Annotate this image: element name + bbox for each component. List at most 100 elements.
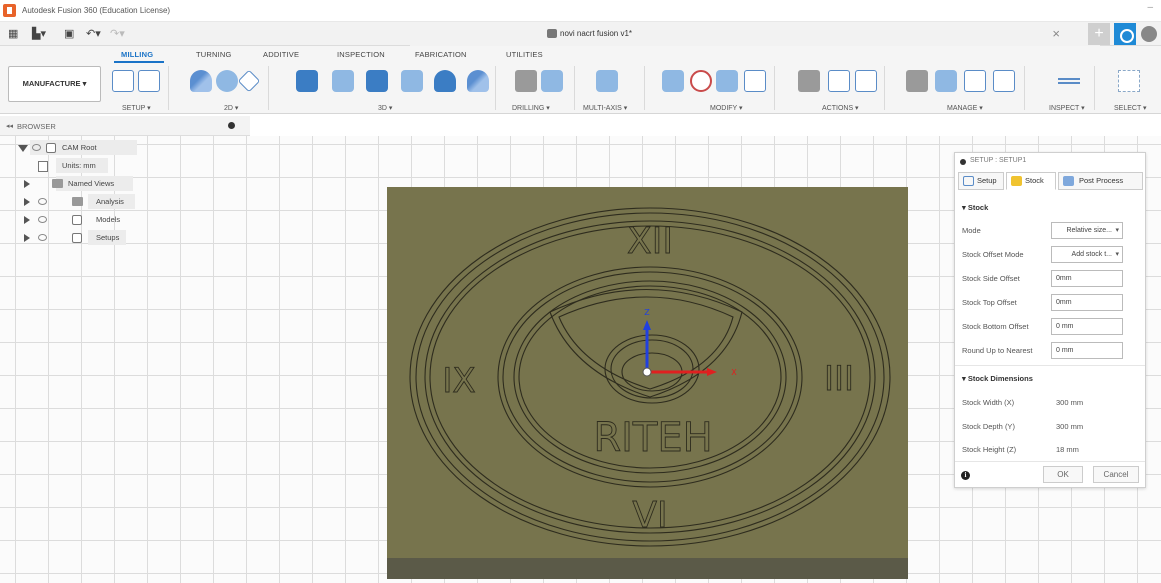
tree-item-models[interactable]: Models bbox=[24, 212, 134, 228]
undo-icon[interactable]: ↶▾ bbox=[86, 27, 101, 41]
group-setup[interactable]: SETUP ▾ bbox=[122, 104, 151, 112]
tree-item-units[interactable]: Units: mm bbox=[38, 158, 118, 174]
document-icon bbox=[547, 29, 557, 38]
expand-arrow-icon[interactable] bbox=[24, 198, 30, 206]
tab-post-process[interactable]: Post Process bbox=[1058, 172, 1143, 190]
group-actions[interactable]: ACTIONS ▾ bbox=[822, 104, 859, 112]
setup-dialog: SETUP : SETUP1 Setup Stock Post Process … bbox=[954, 152, 1146, 488]
parallel-icon[interactable] bbox=[366, 70, 388, 92]
expand-arrow-icon[interactable] bbox=[24, 216, 30, 224]
tab-additive[interactable]: ADDITIVE bbox=[263, 50, 299, 59]
app-grid-icon[interactable]: ▦ bbox=[8, 27, 18, 41]
tool-library-icon[interactable] bbox=[906, 70, 928, 92]
pattern-icon[interactable] bbox=[744, 70, 766, 92]
close-tab-icon[interactable]: × bbox=[1052, 26, 1060, 41]
measure-icon[interactable] bbox=[1058, 78, 1080, 84]
group-3d[interactable]: 3D ▾ bbox=[378, 104, 392, 112]
2d-pocket-icon[interactable] bbox=[216, 70, 238, 92]
file-menu-icon[interactable]: ▙▾ bbox=[32, 27, 46, 41]
eye-icon[interactable] bbox=[32, 144, 41, 151]
cancel-button[interactable]: Cancel bbox=[1093, 466, 1139, 483]
tree-item-analysis[interactable]: Analysis bbox=[24, 194, 134, 210]
contour-icon[interactable] bbox=[401, 70, 423, 92]
modify-toolpath-icon[interactable] bbox=[662, 70, 684, 92]
tab-stock[interactable]: Stock bbox=[1006, 172, 1056, 190]
stock-side-offset-input[interactable]: 0mm bbox=[1051, 270, 1123, 287]
workspace-switcher-button[interactable]: MANUFACTURE ▾ bbox=[8, 66, 101, 102]
ok-button[interactable]: OK bbox=[1043, 466, 1083, 483]
stock-offset-mode-select[interactable]: Add stock t... bbox=[1051, 246, 1123, 263]
axis-z-label: Z bbox=[644, 308, 650, 317]
hole-recognition-icon[interactable] bbox=[541, 70, 563, 92]
minimize-icon[interactable]: – bbox=[1147, 2, 1153, 13]
expand-arrow-icon[interactable] bbox=[24, 234, 30, 242]
tree-item-named-views[interactable]: Named Views bbox=[24, 176, 134, 192]
expand-arrow-icon[interactable] bbox=[24, 180, 30, 188]
group-divider bbox=[1094, 66, 1095, 110]
group-multi-axis[interactable]: MULTI-AXIS ▾ bbox=[583, 104, 627, 112]
eye-icon[interactable] bbox=[38, 216, 47, 223]
3d-adaptive-icon[interactable] bbox=[296, 70, 318, 92]
group-drilling[interactable]: DRILLING ▾ bbox=[512, 104, 550, 112]
riteh-logo-text: RITEH bbox=[593, 415, 712, 461]
3d-pocket-icon[interactable] bbox=[332, 70, 354, 92]
browser-header: ◂◂ BROWSER bbox=[0, 116, 250, 136]
stock-side-offset-label: Stock Side Offset bbox=[962, 274, 1020, 283]
face-icon[interactable] bbox=[237, 69, 261, 93]
template-library-icon[interactable] bbox=[993, 70, 1015, 92]
tab-inspection[interactable]: INSPECTION bbox=[337, 50, 385, 59]
pin-icon[interactable] bbox=[228, 122, 235, 129]
tab-setup[interactable]: Setup bbox=[958, 172, 1004, 190]
stock-dimensions-header[interactable]: ▾ Stock Dimensions bbox=[962, 374, 1033, 383]
select-icon[interactable] bbox=[1118, 70, 1140, 92]
eye-icon[interactable] bbox=[38, 198, 47, 205]
redo-icon[interactable]: ↷▾ bbox=[110, 27, 125, 41]
toolbar-ribbon: MILLING TURNING ADDITIVE INSPECTION FABR… bbox=[0, 46, 1161, 114]
tab-turning[interactable]: TURNING bbox=[196, 50, 232, 59]
collapse-browser-icon[interactable]: ◂◂ bbox=[6, 122, 13, 130]
delete-toolpath-icon[interactable] bbox=[690, 70, 712, 92]
eye-icon[interactable] bbox=[38, 234, 47, 241]
drill-icon[interactable] bbox=[515, 70, 537, 92]
stock-depth-label: Stock Depth (Y) bbox=[962, 422, 1015, 431]
user-avatar[interactable] bbox=[1141, 26, 1157, 42]
tab-milling[interactable]: MILLING bbox=[121, 50, 153, 59]
scallop-icon[interactable] bbox=[434, 70, 456, 92]
dialog-collapse-icon[interactable] bbox=[960, 159, 966, 165]
dialog-header[interactable]: SETUP : SETUP1 bbox=[955, 153, 1145, 170]
stock-section-header[interactable]: ▾ Stock bbox=[962, 203, 988, 212]
stock-top-offset-input[interactable]: 0mm bbox=[1051, 294, 1123, 311]
transform-icon[interactable] bbox=[716, 70, 738, 92]
info-icon[interactable]: i bbox=[961, 471, 970, 480]
stock-width-label: Stock Width (X) bbox=[962, 398, 1015, 407]
group-inspect[interactable]: INSPECT ▾ bbox=[1049, 104, 1085, 112]
online-status-icon[interactable] bbox=[1114, 23, 1136, 45]
group-select[interactable]: SELECT ▾ bbox=[1114, 104, 1147, 112]
spiral-icon[interactable] bbox=[467, 70, 489, 92]
simulate-icon[interactable] bbox=[798, 70, 820, 92]
tree-item-cam-root[interactable]: CAM Root bbox=[18, 140, 138, 156]
tab-utilities[interactable]: UTILITIES bbox=[506, 50, 543, 59]
save-icon[interactable]: ▣ bbox=[64, 27, 74, 41]
new-folder-icon[interactable] bbox=[112, 70, 134, 92]
browser-title: BROWSER bbox=[17, 122, 56, 131]
tree-item-setups[interactable]: Setups bbox=[24, 230, 134, 246]
new-tab-button[interactable]: + bbox=[1088, 23, 1110, 45]
post-library-icon[interactable] bbox=[964, 70, 986, 92]
multi-axis-icon[interactable] bbox=[596, 70, 618, 92]
group-2d[interactable]: 2D ▾ bbox=[224, 104, 238, 112]
stock-model[interactable]: XII IX III VI RITEH Z X bbox=[387, 187, 908, 579]
round-up-input[interactable]: 0 mm bbox=[1051, 342, 1123, 359]
expand-arrow-icon[interactable] bbox=[18, 145, 28, 152]
machine-library-icon[interactable] bbox=[935, 70, 957, 92]
setup-sheet-icon[interactable] bbox=[855, 70, 877, 92]
tab-fabrication[interactable]: FABRICATION bbox=[415, 50, 467, 59]
2d-adaptive-icon[interactable] bbox=[190, 70, 212, 92]
post-process-icon[interactable] bbox=[828, 70, 850, 92]
stock-bottom-offset-input[interactable]: 0 mm bbox=[1051, 318, 1123, 335]
document-tab[interactable]: novi nacrt fusion v1* × bbox=[410, 22, 1100, 46]
group-modify[interactable]: MODIFY ▾ bbox=[710, 104, 743, 112]
group-manage[interactable]: MANAGE ▾ bbox=[947, 104, 983, 112]
nc-program-icon[interactable] bbox=[138, 70, 160, 92]
mode-select[interactable]: Relative size... bbox=[1051, 222, 1123, 239]
